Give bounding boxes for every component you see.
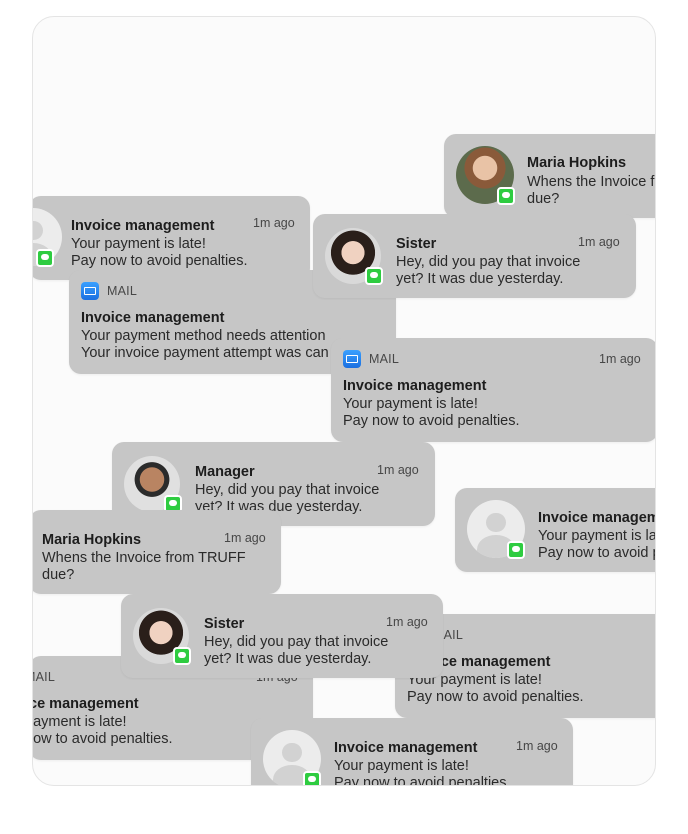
message-line-2: due? — [42, 567, 75, 583]
message-line-2: Pay now to avoid penalties. — [407, 689, 584, 705]
timestamp: 1m ago — [578, 235, 620, 249]
timestamp: 1m ago — [386, 615, 428, 629]
message-icon — [173, 647, 191, 665]
message-line-1: Your payment is la — [538, 528, 656, 544]
timestamp: 1m ago — [253, 216, 295, 230]
message-line-2: now to avoid penalties. — [32, 731, 173, 747]
notification-invoice-late-left-top[interactable]: Invoice management 1m ago Your payment i… — [33, 196, 310, 280]
notification-title: ice management — [32, 696, 139, 712]
timestamp: 1m ago — [224, 531, 266, 545]
sender-name: Sister — [396, 236, 437, 252]
notification-invoice-late-right[interactable]: Invoice managem Your payment is la Pay n… — [455, 488, 656, 572]
message-line-1: Your payment is late! — [71, 236, 206, 252]
notification-sister-1[interactable]: Sister 1m ago Hey, did you pay that invo… — [313, 214, 636, 298]
notification-sister-2[interactable]: Sister 1m ago Hey, did you pay that invo… — [121, 594, 443, 678]
notification-title: Invoice management — [334, 740, 478, 756]
notification-title: Invoice management — [343, 378, 487, 394]
mail-icon — [343, 350, 361, 368]
message-icon — [497, 187, 515, 205]
timestamp: 1m ago — [516, 739, 558, 753]
message-line-1: Hey, did you pay that invoice — [396, 254, 581, 270]
message-line-1: Your payment method needs attention — [81, 328, 326, 344]
message-line-2: Pay now to avoid penalties. — [343, 413, 520, 429]
message-line-2: Your invoice payment attempt was can — [81, 345, 329, 361]
notification-canvas: Maria Hopkins Whens the Invoice f due? I… — [32, 16, 656, 786]
message-line-2: yet? It was due yesterday. — [204, 651, 372, 667]
app-name: MAIL — [33, 670, 55, 684]
message-line-2: yet? It was due yesterday. — [396, 271, 564, 287]
sender-name: Maria Hopkins — [527, 155, 627, 171]
notification-maria-hopkins-top[interactable]: Maria Hopkins Whens the Invoice f due? — [444, 134, 655, 218]
message-line-1: Whens the Invoice f — [527, 174, 655, 190]
notification-mail-invoice-late-1[interactable]: MAIL 1m ago Invoice management Your paym… — [331, 338, 655, 442]
message-line-1: Whens the Invoice from TRUFF — [42, 550, 246, 566]
sender-name: Manager — [195, 464, 255, 480]
notification-title: Invoice managem — [538, 510, 656, 526]
message-line-2: Pay now to avoid p — [538, 545, 656, 561]
message-icon — [36, 249, 54, 267]
app-name: MAIL — [369, 352, 399, 366]
message-line-1: Your payment is late! — [343, 396, 478, 412]
message-line-1: Your payment is late! — [334, 758, 469, 774]
app-name: MAIL — [107, 284, 137, 298]
notification-title: Invoice management — [71, 218, 215, 234]
message-line-2: Pay now to avoid penalties. — [334, 775, 511, 786]
sender-name: Maria Hopkins — [42, 532, 142, 548]
timestamp: 1m ago — [599, 352, 641, 366]
sender-name: Sister — [204, 616, 245, 632]
mail-icon — [81, 282, 99, 300]
message-line-1: Hey, did you pay that invoice — [195, 482, 380, 498]
message-icon — [303, 771, 321, 785]
message-line-2: due? — [527, 191, 560, 207]
message-icon — [507, 541, 525, 559]
notification-maria-hopkins-left[interactable]: Maria Hopkins 1m ago Whens the Invoice f… — [33, 510, 281, 594]
message-line-1: payment is late! — [32, 714, 127, 730]
notification-title: Invoice management — [81, 310, 225, 326]
timestamp: 1m ago — [377, 463, 419, 477]
message-line-2: Pay now to avoid penalties. — [71, 253, 248, 269]
notification-invoice-late-bottom[interactable]: Invoice management 1m ago Your payment i… — [251, 718, 573, 786]
message-icon — [365, 267, 383, 285]
message-line-1: Hey, did you pay that invoice — [204, 634, 389, 650]
